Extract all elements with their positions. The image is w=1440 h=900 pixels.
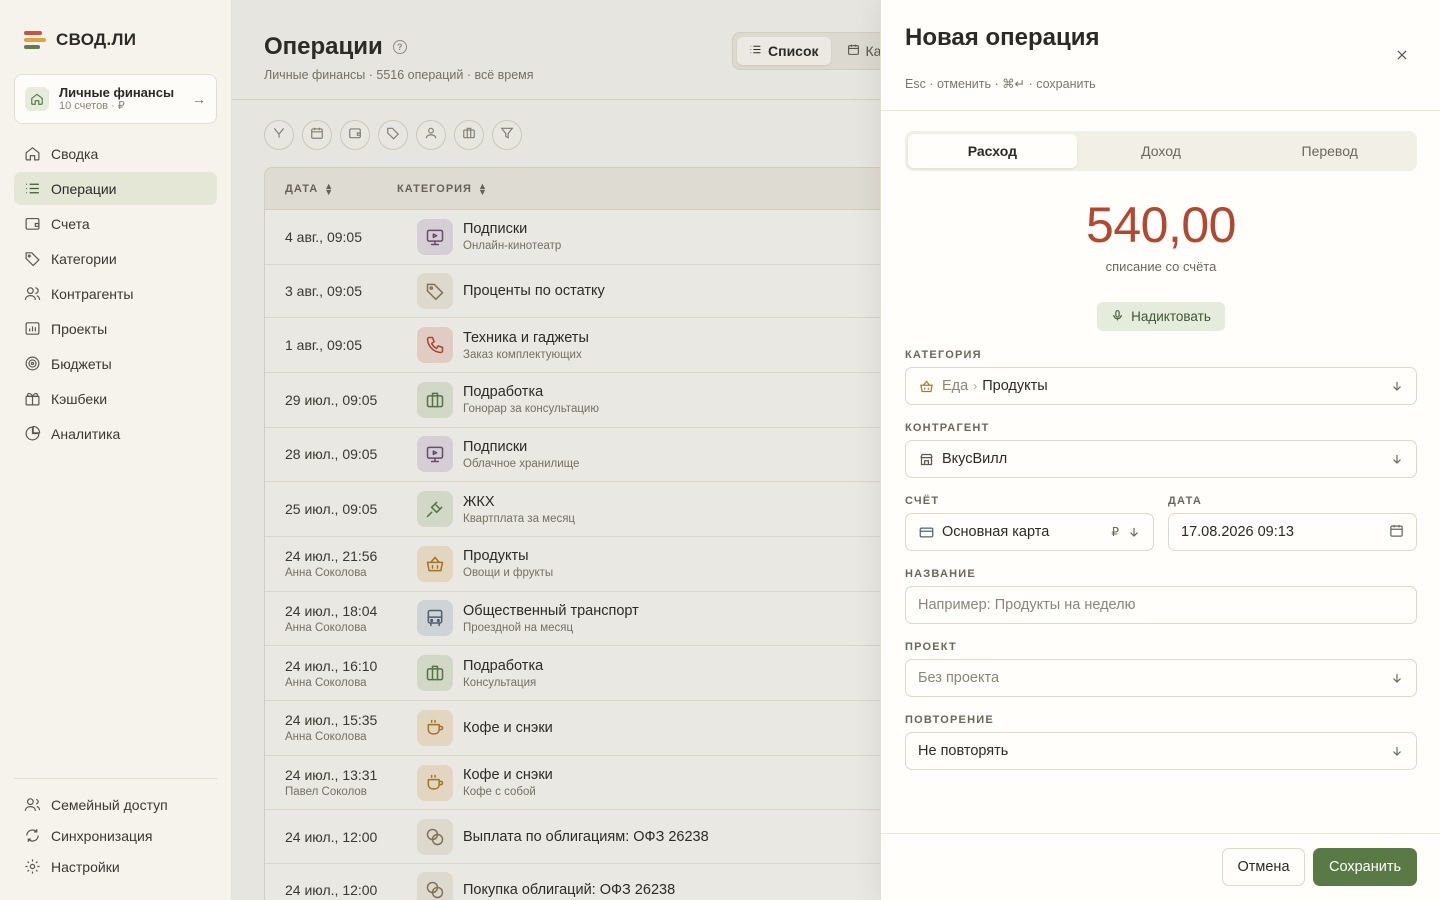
sidebar-item-label: Семейный доступ bbox=[51, 796, 168, 813]
workspace-name: Личные финансы bbox=[59, 85, 175, 100]
chevron-down-icon bbox=[1127, 525, 1141, 539]
sidebar-nav: Сводка Операции Счета Категории Контраге… bbox=[14, 137, 217, 452]
sidebar-item-label: Проекты bbox=[51, 320, 108, 337]
dictate-label: Надиктовать bbox=[1131, 309, 1211, 324]
pie-chart-icon bbox=[24, 425, 41, 442]
project-select[interactable]: Без проекта bbox=[905, 659, 1417, 697]
folder-chart-icon bbox=[24, 320, 41, 337]
footer-divider bbox=[881, 833, 1440, 834]
sidebar-item-cashbacks[interactable]: Кэшбеки bbox=[14, 382, 217, 415]
sidebar-item-label: Кэшбеки bbox=[51, 390, 108, 407]
account-value: Основная карта bbox=[942, 524, 1050, 540]
sidebar-bottom-nav: Семейный доступ Синхронизация Настройки bbox=[14, 790, 217, 883]
save-button[interactable]: Сохранить bbox=[1313, 848, 1417, 886]
project-value: Без проекта bbox=[918, 670, 1000, 686]
project-label: ПРОЕКТ bbox=[905, 641, 957, 653]
chevron-down-icon bbox=[1390, 744, 1404, 758]
sidebar-item-label: Синхронизация bbox=[51, 827, 153, 844]
repeat-select[interactable]: Не повторять bbox=[905, 732, 1417, 770]
account-currency: ₽ bbox=[1111, 525, 1119, 539]
drawer-divider bbox=[881, 110, 1440, 111]
sidebar-divider bbox=[14, 778, 217, 779]
name-placeholder: Например: Продукты на неделю bbox=[918, 597, 1136, 613]
sidebar-item-label: Контрагенты bbox=[51, 285, 134, 302]
sidebar-item-accounts[interactable]: Счета bbox=[14, 207, 217, 240]
sidebar-item-projects[interactable]: Проекты bbox=[14, 312, 217, 345]
breadcrumb-separator: › bbox=[973, 379, 978, 393]
microphone-icon bbox=[1111, 309, 1124, 325]
counterparty-select[interactable]: ВкусВилл bbox=[905, 440, 1417, 478]
category-label: КАТЕГОРИЯ bbox=[905, 349, 982, 361]
dictate-button[interactable]: Надиктовать bbox=[1097, 302, 1225, 331]
close-button[interactable] bbox=[1390, 45, 1414, 69]
chevron-down-icon bbox=[1390, 379, 1404, 393]
sidebar-item-summary[interactable]: Сводка bbox=[14, 137, 217, 170]
sidebar-item-label: Бюджеты bbox=[51, 355, 112, 372]
gear-icon bbox=[24, 858, 41, 875]
cancel-button[interactable]: Отмена bbox=[1222, 848, 1305, 886]
sidebar-item-categories[interactable]: Категории bbox=[14, 242, 217, 275]
date-value: 17.08.2026 09:13 bbox=[1181, 524, 1294, 540]
account-label: СЧЁТ bbox=[905, 495, 940, 507]
tab-income[interactable]: Доход bbox=[1077, 134, 1246, 168]
date-label: ДАТА bbox=[1168, 495, 1203, 507]
sidebar-item-operations[interactable]: Операции bbox=[14, 172, 217, 205]
repeat-label: ПОВТОРЕНИЕ bbox=[905, 714, 994, 726]
chevron-down-icon bbox=[1390, 671, 1404, 685]
close-icon bbox=[1395, 48, 1409, 67]
sidebar-item-budgets[interactable]: Бюджеты bbox=[14, 347, 217, 380]
app-logo[interactable]: СВОД.ЛИ bbox=[24, 30, 136, 50]
counterparty-label: КОНТРАГЕНТ bbox=[905, 422, 990, 434]
sidebar-item-label: Настройки bbox=[51, 858, 120, 875]
category-parent: Еда bbox=[942, 378, 969, 394]
sidebar-item-label: Операции bbox=[51, 180, 117, 197]
sync-icon bbox=[24, 827, 41, 844]
sidebar-item-family[interactable]: Семейный доступ bbox=[14, 790, 217, 819]
workspace-sub: 10 счетов · ₽ bbox=[59, 100, 125, 112]
gift-icon bbox=[24, 390, 41, 407]
list-icon bbox=[24, 180, 41, 197]
sidebar-item-label: Аналитика bbox=[51, 425, 121, 442]
store-icon bbox=[918, 451, 934, 467]
workspace-switcher[interactable]: Личные финансы 10 счетов · ₽ → bbox=[14, 74, 217, 124]
sidebar: СВОД.ЛИ Личные финансы 10 счетов · ₽ → С… bbox=[0, 0, 232, 900]
arrow-right-icon: → bbox=[192, 91, 206, 107]
date-input[interactable]: 17.08.2026 09:13 bbox=[1168, 513, 1417, 551]
amount-input[interactable]: 540,00 bbox=[881, 196, 1440, 254]
repeat-value: Не повторять bbox=[918, 743, 1009, 759]
name-input[interactable]: Например: Продукты на неделю bbox=[905, 586, 1417, 624]
logo-mark-icon bbox=[24, 31, 46, 49]
chevron-down-icon bbox=[1390, 452, 1404, 466]
category-value: Продукты bbox=[982, 378, 1048, 394]
name-label: НАЗВАНИЕ bbox=[905, 568, 976, 580]
sidebar-item-settings[interactable]: Настройки bbox=[14, 852, 217, 881]
sidebar-item-analytics[interactable]: Аналитика bbox=[14, 417, 217, 450]
drawer-title: Новая операция bbox=[905, 24, 1100, 51]
target-icon bbox=[24, 355, 41, 372]
home-icon bbox=[24, 145, 41, 162]
sidebar-item-label: Счета bbox=[51, 215, 90, 232]
tag-icon bbox=[24, 250, 41, 267]
sidebar-item-counterparties[interactable]: Контрагенты bbox=[14, 277, 217, 310]
sidebar-item-label: Сводка bbox=[51, 145, 99, 162]
tab-transfer[interactable]: Перевод bbox=[1245, 134, 1414, 168]
logo-text: СВОД.ЛИ bbox=[56, 30, 137, 49]
basket-icon bbox=[918, 378, 934, 394]
category-select[interactable]: Еда › Продукты bbox=[905, 367, 1417, 405]
family-icon bbox=[24, 796, 41, 813]
users-icon bbox=[24, 285, 41, 302]
new-operation-drawer: Новая операция Esc · отменить · ⌘↵ · сох… bbox=[880, 0, 1440, 900]
keyboard-hint: Esc · отменить · ⌘↵ · сохранить bbox=[905, 77, 1096, 91]
sidebar-item-label: Категории bbox=[51, 250, 117, 267]
amount-caption: списание со счёта bbox=[1105, 259, 1217, 274]
tab-expense[interactable]: Расход bbox=[908, 134, 1077, 168]
calendar-icon[interactable] bbox=[1389, 523, 1404, 542]
sidebar-item-sync[interactable]: Синхронизация bbox=[14, 821, 217, 850]
counterparty-value: ВкусВилл bbox=[942, 451, 1008, 467]
wallet-icon bbox=[24, 215, 41, 232]
operation-type-tabs: Расход Доход Перевод bbox=[905, 131, 1417, 171]
credit-card-icon bbox=[918, 524, 934, 540]
account-select[interactable]: Основная карта ₽ bbox=[905, 513, 1154, 551]
home-icon bbox=[25, 87, 49, 111]
